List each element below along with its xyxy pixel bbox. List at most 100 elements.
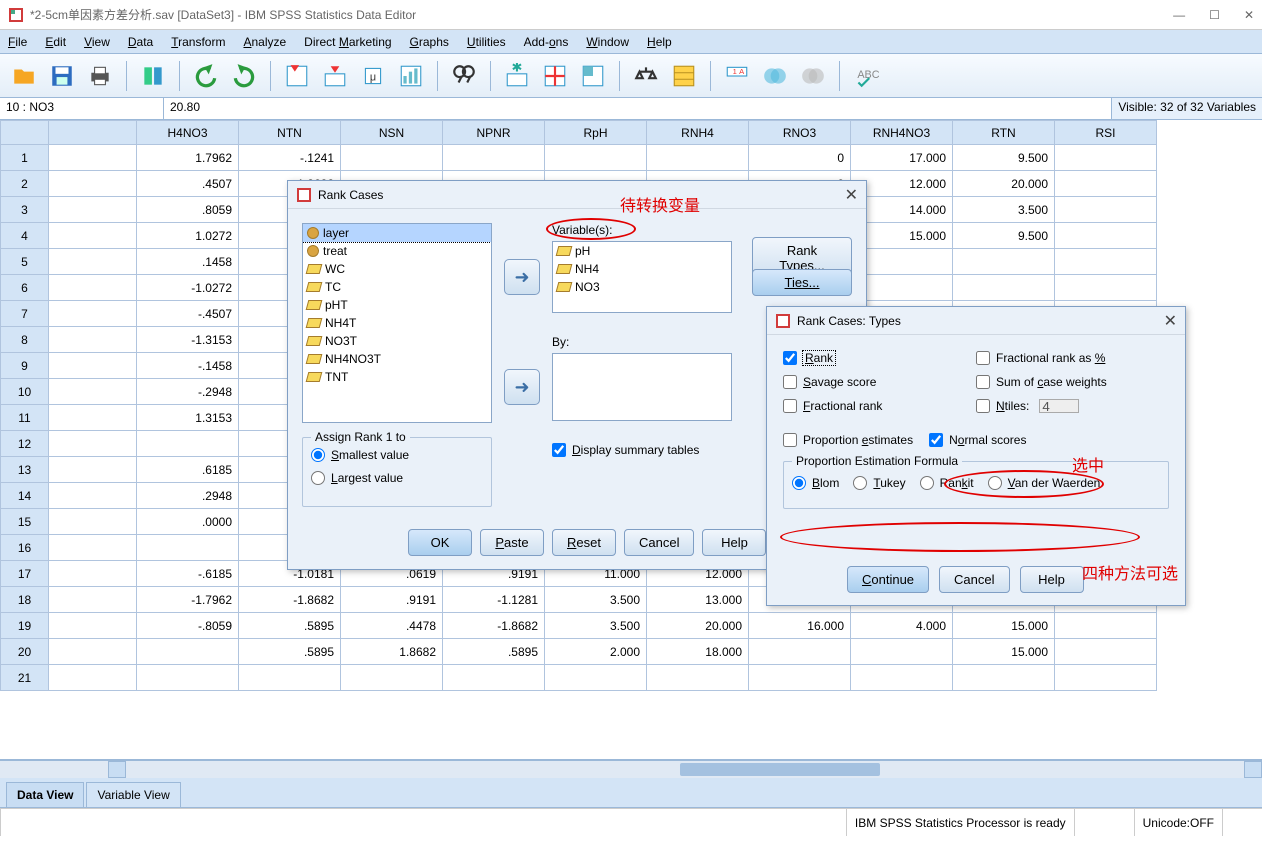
menu-file[interactable]: File xyxy=(8,35,27,49)
data-cell[interactable]: 16.000 xyxy=(749,613,851,639)
column-header[interactable]: RNH4NO3 xyxy=(851,121,953,145)
blom-radio[interactable]: Blom xyxy=(792,476,839,490)
variables-icon[interactable]: μ xyxy=(357,60,389,92)
data-cell[interactable] xyxy=(1055,639,1157,665)
data-cell[interactable] xyxy=(137,665,239,691)
data-cell[interactable]: 3.500 xyxy=(953,197,1055,223)
data-cell[interactable] xyxy=(647,665,749,691)
cancel-button[interactable]: Cancel xyxy=(939,566,1009,593)
paste-button[interactable]: Paste xyxy=(480,529,544,556)
vdw-radio[interactable]: Van der Waerden xyxy=(988,476,1101,490)
data-cell[interactable] xyxy=(1055,613,1157,639)
data-cell[interactable] xyxy=(851,639,953,665)
savage-checkbox[interactable]: Savage score xyxy=(783,375,976,389)
data-cell[interactable]: .6185 xyxy=(137,457,239,483)
largest-value-radio[interactable]: Largest value xyxy=(311,471,403,485)
menu-window[interactable]: Window xyxy=(586,35,629,49)
sum-case-checkbox[interactable]: Sum of case weights xyxy=(976,375,1169,389)
dialog-close-icon[interactable]: ✕ xyxy=(845,185,858,205)
data-cell[interactable]: 1.7962 xyxy=(137,145,239,171)
recall-dialog-icon[interactable] xyxy=(137,60,169,92)
column-header[interactable]: RTN xyxy=(953,121,1055,145)
source-item[interactable]: NO3T xyxy=(303,332,491,350)
redo-icon[interactable] xyxy=(228,60,260,92)
insert-variable-icon[interactable] xyxy=(539,60,571,92)
normal-scores-checkbox[interactable]: Normal scores xyxy=(929,433,1026,447)
data-cell[interactable] xyxy=(749,665,851,691)
data-cell[interactable] xyxy=(137,639,239,665)
row-header[interactable]: 4 xyxy=(1,223,49,249)
open-icon[interactable] xyxy=(8,60,40,92)
ntiles-checkbox[interactable]: Ntiles: xyxy=(976,399,1169,413)
weight-cases-icon[interactable] xyxy=(630,60,662,92)
proportion-estimates-checkbox[interactable]: Proportion estimates xyxy=(783,433,913,447)
data-cell[interactable]: -1.7962 xyxy=(137,587,239,613)
data-cell[interactable] xyxy=(1055,249,1157,275)
tab-data-view[interactable]: Data View xyxy=(6,782,84,807)
variable-item[interactable]: NH4 xyxy=(553,260,731,278)
menu-help[interactable]: Help xyxy=(647,35,672,49)
source-item[interactable]: pHT xyxy=(303,296,491,314)
column-header[interactable]: NSN xyxy=(341,121,443,145)
data-cell[interactable]: 1.8682 xyxy=(341,639,443,665)
data-cell[interactable] xyxy=(647,145,749,171)
row-header[interactable]: 2 xyxy=(1,171,49,197)
find-icon[interactable] xyxy=(448,60,480,92)
data-cell[interactable]: .8059 xyxy=(137,197,239,223)
close-button[interactable]: ✕ xyxy=(1244,8,1254,22)
row-header[interactable]: 5 xyxy=(1,249,49,275)
row-header[interactable]: 20 xyxy=(1,639,49,665)
data-cell[interactable]: -.1458 xyxy=(137,353,239,379)
row-header[interactable]: 18 xyxy=(1,587,49,613)
data-cell[interactable]: 20.000 xyxy=(647,613,749,639)
variable-item[interactable]: pH xyxy=(553,242,731,260)
split-file-icon[interactable] xyxy=(577,60,609,92)
data-cell[interactable]: 15.000 xyxy=(953,613,1055,639)
scroll-right-arrow[interactable] xyxy=(1244,761,1262,778)
data-cell[interactable] xyxy=(239,665,341,691)
data-cell[interactable]: 1.3153 xyxy=(137,405,239,431)
minimize-button[interactable]: — xyxy=(1173,8,1185,22)
print-icon[interactable] xyxy=(84,60,116,92)
source-item[interactable]: NH4T xyxy=(303,314,491,332)
data-cell[interactable]: -1.3153 xyxy=(137,327,239,353)
tab-variable-view[interactable]: Variable View xyxy=(86,782,180,807)
row-header[interactable]: 19 xyxy=(1,613,49,639)
ok-button[interactable]: OK xyxy=(408,529,472,556)
data-cell[interactable] xyxy=(137,431,239,457)
data-cell[interactable]: -1.0272 xyxy=(137,275,239,301)
source-item[interactable]: TC xyxy=(303,278,491,296)
row-header[interactable]: 14 xyxy=(1,483,49,509)
data-cell[interactable] xyxy=(443,145,545,171)
cell-value-box[interactable]: 20.80 xyxy=(164,98,1111,119)
menu-direct-marketing[interactable]: Direct Marketing xyxy=(304,35,391,49)
insert-cases-icon[interactable]: ✱ xyxy=(501,60,533,92)
data-cell[interactable] xyxy=(545,145,647,171)
data-cell[interactable]: .4507 xyxy=(137,171,239,197)
row-header[interactable]: 8 xyxy=(1,327,49,353)
row-header[interactable]: 3 xyxy=(1,197,49,223)
source-variables-list[interactable]: layertreatWCTCpHTNH4TNO3TNH4NO3TTNT xyxy=(302,223,492,423)
menu-edit[interactable]: Edit xyxy=(45,35,66,49)
data-cell[interactable]: -.1241 xyxy=(239,145,341,171)
data-cell[interactable]: 9.500 xyxy=(953,223,1055,249)
data-cell[interactable] xyxy=(545,665,647,691)
data-cell[interactable] xyxy=(953,275,1055,301)
row-header[interactable]: 10 xyxy=(1,379,49,405)
data-cell[interactable]: .5895 xyxy=(443,639,545,665)
row-header[interactable]: 11 xyxy=(1,405,49,431)
row-header[interactable]: 13 xyxy=(1,457,49,483)
tukey-radio[interactable]: Tukey xyxy=(853,476,905,490)
row-header[interactable]: 17 xyxy=(1,561,49,587)
dialog-close-icon[interactable]: ✕ xyxy=(1164,311,1177,331)
column-header[interactable]: NTN xyxy=(239,121,341,145)
column-header[interactable]: RNH4 xyxy=(647,121,749,145)
row-header[interactable]: 6 xyxy=(1,275,49,301)
data-cell[interactable]: 1.0272 xyxy=(137,223,239,249)
data-cell[interactable] xyxy=(1055,275,1157,301)
column-header[interactable]: RSI xyxy=(1055,121,1157,145)
data-cell[interactable]: .5895 xyxy=(239,639,341,665)
row-header[interactable]: 1 xyxy=(1,145,49,171)
data-cell[interactable]: -1.1281 xyxy=(443,587,545,613)
menu-analyze[interactable]: Analyze xyxy=(243,35,286,49)
